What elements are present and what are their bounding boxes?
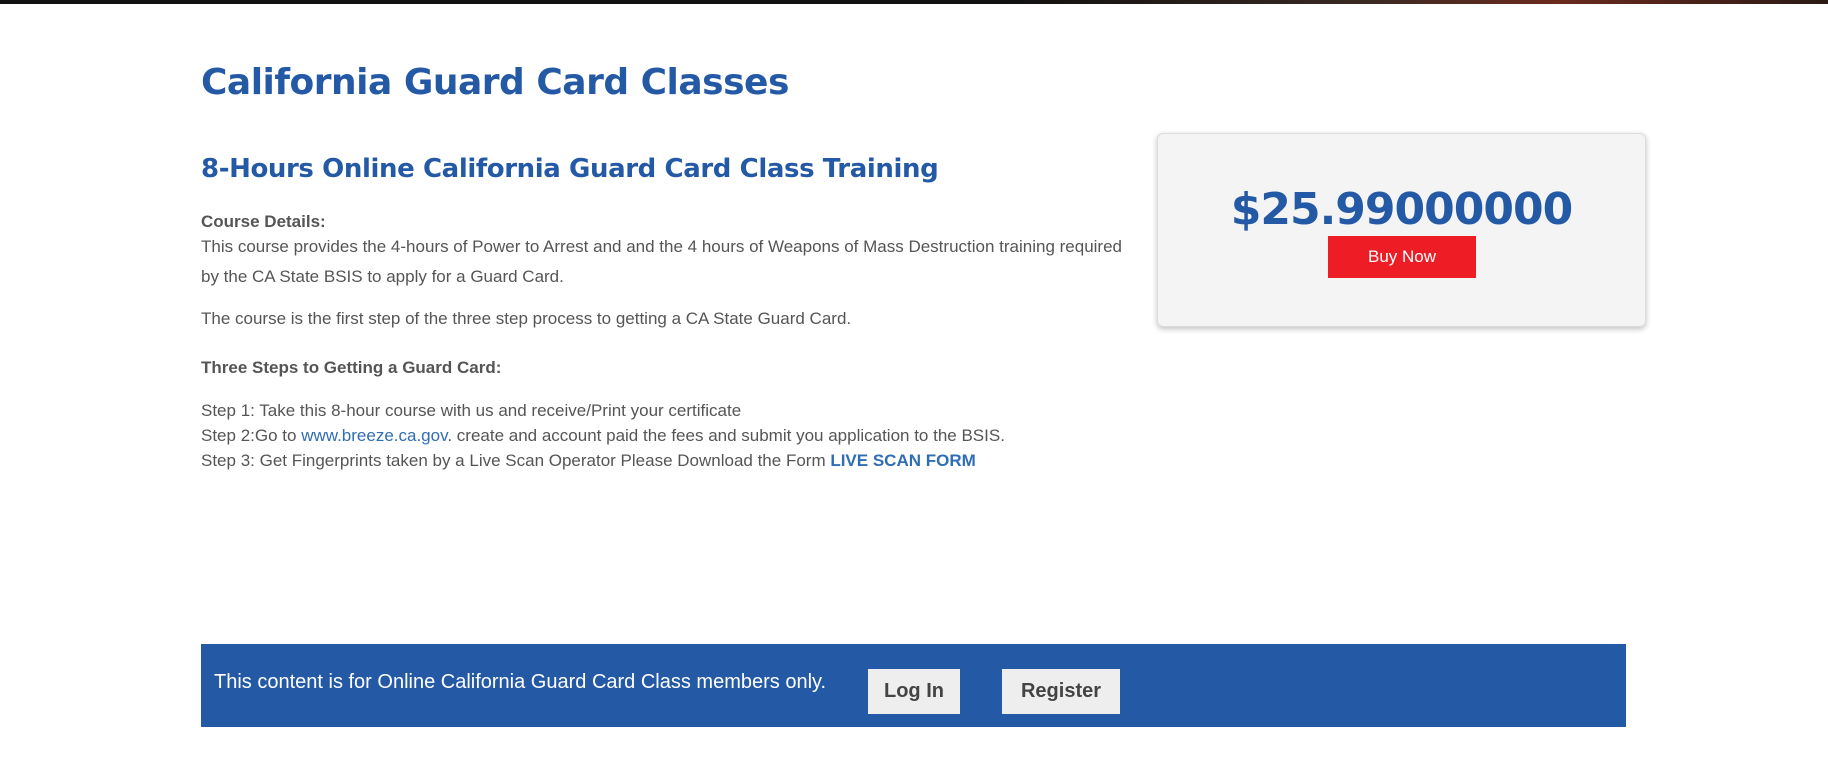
course-description: This course provides the 4-hours of Powe… [201,237,1123,286]
price-card: $25.99000000 Buy Now [1157,133,1646,327]
step-3-prefix: Step 3: Get Fingerprints taken by a Live… [201,451,831,470]
step-2: Step 2:Go to www.breeze.ca.gov. create a… [201,423,1131,448]
first-step-text: The course is the first step of the thre… [201,309,852,328]
course-heading: 8-Hours Online California Guard Card Cla… [201,154,939,184]
step-3: Step 3: Get Fingerprints taken by a Live… [201,448,1131,473]
breeze-link[interactable]: www.breeze.ca.gov [301,426,447,445]
step-1: Step 1: Take this 8-hour course with us … [201,398,1131,423]
steps-label: Three Steps to Getting a Guard Card: [201,358,502,377]
price-value: $25.99000000 [1230,184,1573,235]
log-in-button[interactable]: Log In [868,669,960,714]
course-content: 8-Hours Online California Guard Card Cla… [201,154,1131,473]
step-1-text: Step 1: Take this 8-hour course with us … [201,401,742,420]
step-2-suffix: . create and account paid the fees and s… [447,426,1005,445]
page-title: California Guard Card Classes [201,62,789,103]
register-button[interactable]: Register [1002,669,1120,714]
header-image-strip [0,0,1828,4]
members-only-bar: This content is for Online California Gu… [201,644,1626,727]
step-2-prefix: Step 2:Go to [201,426,302,445]
live-scan-form-link[interactable]: LIVE SCAN FORM [830,451,975,470]
buy-now-button[interactable]: Buy Now [1328,236,1476,278]
course-details-label: Course Details: [201,212,326,231]
members-only-notice: This content is for Online California Gu… [214,671,827,693]
